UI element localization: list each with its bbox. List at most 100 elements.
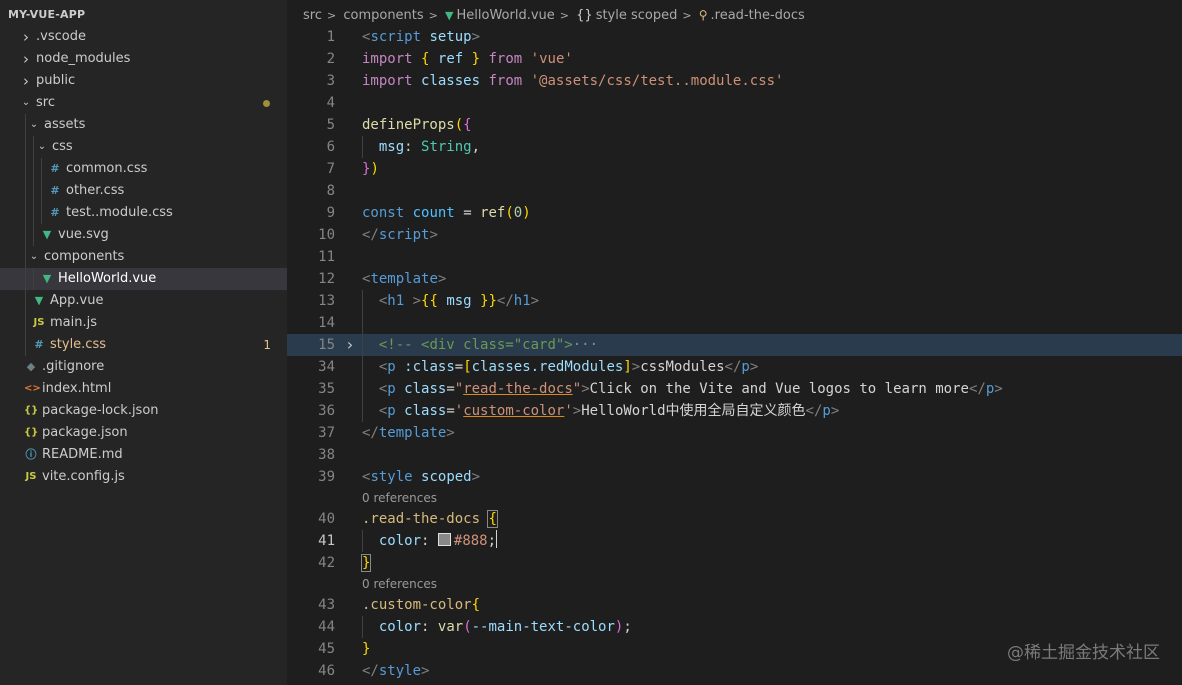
git-file-icon: ◆	[26, 360, 36, 373]
tree-item[interactable]: JS vite.config.js	[0, 466, 287, 488]
tree-item[interactable]: ⌄ css	[0, 136, 287, 158]
breadcrumb-src[interactable]: src	[303, 8, 322, 23]
code-text: .read-the-docs {	[362, 508, 498, 530]
modified-dot-icon	[263, 100, 270, 107]
code-text: <p class="read-the-docs">Click on the Vi…	[362, 378, 1003, 400]
line-number: 9	[326, 205, 335, 221]
code-line[interactable]: 40 .read-the-docs {	[287, 508, 1182, 530]
tree-item[interactable]: ▼ vue.svg	[0, 224, 287, 246]
code-line[interactable]: 34 <p :class=[classes.redModules]>cssMod…	[287, 356, 1182, 378]
tree-item[interactable]: # other.css	[0, 180, 287, 202]
tree-item[interactable]: ⓘ README.md	[0, 444, 287, 466]
codelens-references[interactable]: 0 references	[287, 488, 1182, 508]
tree-item[interactable]: ⌄ components	[0, 246, 287, 268]
code-line[interactable]: 10 </script>	[287, 224, 1182, 246]
code-line[interactable]: 9 const count = ref(0)	[287, 202, 1182, 224]
tree-item[interactable]: ⌄ src	[0, 92, 287, 114]
tree-item[interactable]: ⌄ assets	[0, 114, 287, 136]
code-line[interactable]: 42}	[287, 552, 1182, 574]
line-number: 36	[318, 403, 335, 419]
editor-pane: src > components > ▼ HelloWorld.vue > {} styl…	[287, 0, 1182, 685]
tree-item[interactable]: # test..module.css	[0, 202, 287, 224]
tree-item[interactable]: # common.css	[0, 158, 287, 180]
code-token: ···	[572, 337, 599, 353]
tree-item[interactable]: {} package-lock.json	[0, 400, 287, 422]
code-line[interactable]: 1 <script setup>	[287, 26, 1182, 48]
chevron-right-icon[interactable]: ›	[20, 48, 32, 70]
breadcrumb-file[interactable]: HelloWorld.vue	[457, 8, 555, 23]
code-token: >	[429, 227, 438, 243]
code-area[interactable]: 1 <script setup> 2 import { ref } from 'vue…	[287, 26, 1182, 682]
code-token: >	[471, 469, 481, 485]
code-line[interactable]: 4	[287, 92, 1182, 114]
tree-item[interactable]: › node_modules	[0, 48, 287, 70]
code-line[interactable]: 41 color: #888;	[287, 530, 1182, 552]
chevron-down-icon[interactable]: ⌄	[20, 92, 32, 114]
code-token: script	[370, 29, 422, 45]
code-line[interactable]: 44 color: var(--main-text-color);	[287, 616, 1182, 638]
code-line[interactable]: 13 <h1 >{{ msg }}</h1>	[287, 290, 1182, 312]
code-line[interactable]: 7})	[287, 158, 1182, 180]
tree-item[interactable]: <> index.html	[0, 378, 287, 400]
chevron-right-icon: >	[682, 9, 692, 22]
codelens-text[interactable]: 0 references	[362, 488, 437, 508]
indent-guide	[25, 312, 26, 334]
code-line[interactable]: 12 <template>	[287, 268, 1182, 290]
tree-item[interactable]: › .vscode	[0, 26, 287, 48]
code-token: }	[360, 554, 372, 572]
code-token: >	[437, 271, 447, 287]
line-number: 13	[318, 293, 335, 309]
code-line[interactable]: 11	[287, 246, 1182, 268]
code-line[interactable]: 14	[287, 312, 1182, 334]
watermark: @稀土掘金技术社区	[1007, 643, 1160, 663]
tree-item[interactable]: ▼ HelloWorld.vue	[0, 268, 287, 290]
chevron-right-icon[interactable]: ›	[20, 26, 32, 48]
breadcrumb-selector[interactable]: .read-the-docs	[711, 8, 805, 23]
chevron-right-icon[interactable]: ›	[20, 70, 32, 92]
tree-item[interactable]: › public	[0, 70, 287, 92]
code-text: <p class='custom-color'>HelloWorld中使用全局自…	[362, 400, 839, 422]
code-line[interactable]: 39 <style scoped>	[287, 466, 1182, 488]
code-token: }}	[480, 293, 497, 309]
tree-item[interactable]: ◆ .gitignore	[0, 356, 287, 378]
code-line[interactable]: 2 import { ref } from 'vue'	[287, 48, 1182, 70]
code-line[interactable]: 6 msg: String,	[287, 136, 1182, 158]
codelens-references[interactable]: 0 references	[287, 574, 1182, 594]
chevron-down-icon[interactable]: ⌄	[28, 246, 40, 268]
code-line[interactable]: 3 import classes from '@assets/css/test..…	[287, 70, 1182, 92]
code-token: count	[412, 205, 455, 221]
chevron-down-icon[interactable]: ⌄	[28, 114, 40, 136]
tree-item[interactable]: # style.css 1	[0, 334, 287, 356]
chevron-down-icon[interactable]: ⌄	[36, 136, 48, 158]
code-line[interactable]: 36 <p class='custom-color'>HelloWorld中使用…	[287, 400, 1182, 422]
code-line[interactable]: 15 › <!-- <div class="card">···	[287, 334, 1182, 356]
breadcrumb-components[interactable]: components	[343, 8, 423, 23]
fold-chevron-icon[interactable]: ›	[345, 334, 355, 356]
code-line[interactable]: 8	[287, 180, 1182, 202]
explorer-title[interactable]: MY-VUE-APP	[0, 0, 287, 26]
tree-item-label: index.html	[42, 381, 112, 396]
tree-item[interactable]: JS main.js	[0, 312, 287, 334]
tree-item[interactable]: ▼ App.vue	[0, 290, 287, 312]
codelens-text[interactable]: 0 references	[362, 574, 437, 594]
code-line[interactable]: 46 </style>	[287, 660, 1182, 682]
color-swatch-icon[interactable]	[437, 533, 451, 546]
code-token: .read-the-docs	[362, 511, 481, 527]
code-line[interactable]: 37 </template>	[287, 422, 1182, 444]
tree-item[interactable]: {} package.json	[0, 422, 287, 444]
code-line[interactable]: 5 defineProps({	[287, 114, 1182, 136]
line-number: 34	[318, 359, 335, 375]
breadcrumb-style[interactable]: style scoped	[596, 8, 678, 23]
code-line[interactable]: 38	[287, 444, 1182, 466]
tree-item-label: test..module.css	[66, 205, 173, 220]
code-line[interactable]: 43 .custom-color{	[287, 594, 1182, 616]
code-token: Click on the Vite and Vue logos to learn…	[589, 381, 969, 397]
code-token: <!--	[378, 337, 422, 353]
code-line[interactable]: 35 <p class="read-the-docs">Click on the…	[287, 378, 1182, 400]
